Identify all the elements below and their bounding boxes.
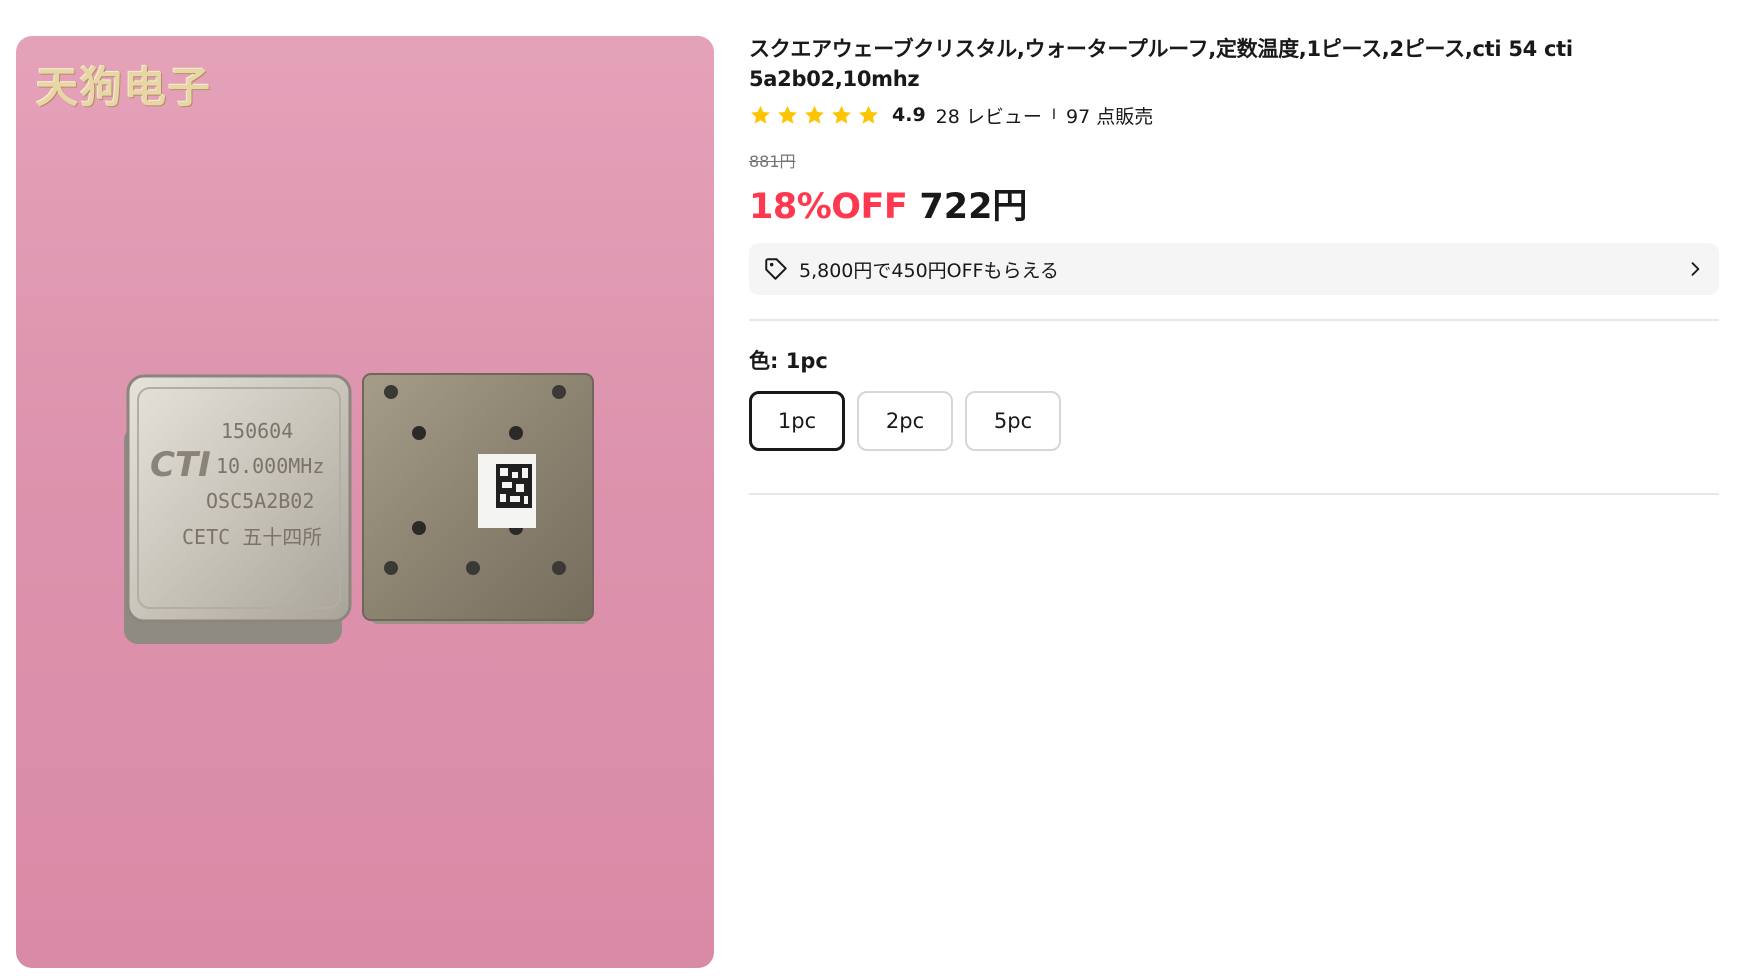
option-label-name: 色: — [749, 349, 779, 373]
chip-logo: CTI — [150, 445, 211, 485]
chip-text-line-4: CETC 五十四所 — [182, 525, 322, 549]
option-selected-value: 1pc — [785, 349, 828, 373]
tag-icon — [765, 258, 787, 280]
star-icon — [859, 105, 878, 124]
option-selector: 1pc 2pc 5pc — [749, 391, 1719, 451]
sold-count: 97 点販売 — [1066, 105, 1154, 128]
star-icon — [805, 105, 824, 124]
chip-text-line-1: 150604 — [221, 419, 293, 443]
star-rating — [749, 104, 880, 127]
divider — [749, 319, 1719, 321]
image-watermark: 天狗电子 — [36, 63, 213, 112]
product-title: スクエアウェーブクリスタル,ウォータープルーフ,定数温度,1ピース,2ピース,c… — [749, 37, 1573, 91]
star-icon — [832, 105, 851, 124]
chevron-right-icon — [1691, 262, 1700, 276]
coupon-text: 5,800円で450円OFFもらえる — [799, 259, 1059, 282]
original-price: 881円 — [749, 152, 796, 171]
discount-badge: 18%OFF — [749, 187, 908, 227]
product-photo: 150604 10.000MHz OSC5A2B02 CETC 五十四所 CTI — [124, 373, 594, 644]
option-2pc[interactable]: 2pc — [857, 391, 953, 451]
price-row: 18%OFF 722円 — [749, 178, 1719, 229]
rating-row[interactable]: 4.9 28 レビュー I 97 点販売 — [749, 100, 1719, 130]
rating-separator: I — [1051, 107, 1057, 123]
current-price: 722円 — [919, 187, 1028, 227]
review-count-link[interactable]: 28 レビュー — [936, 102, 1042, 129]
rating-value: 4.9 — [892, 104, 926, 126]
divider — [749, 493, 1719, 495]
crystal-oscillator-back — [362, 373, 594, 624]
star-icon — [778, 105, 797, 124]
product-info-panel: スクエアウェーブクリスタル,ウォータープルーフ,定数温度,1ピース,2ピース,c… — [749, 34, 1719, 495]
chip-text-line-3: OSC5A2B02 — [206, 489, 314, 513]
option-group-label: 色: 1pc — [749, 345, 1719, 375]
option-5pc[interactable]: 5pc — [965, 391, 1061, 451]
coupon-banner[interactable]: 5,800円で450円OFFもらえる — [749, 243, 1719, 295]
crystal-oscillator-front: 150604 10.000MHz OSC5A2B02 CETC 五十四所 CTI — [124, 374, 352, 644]
star-icon — [751, 105, 770, 124]
chip-text-line-2: 10.000MHz — [216, 454, 324, 478]
option-1pc[interactable]: 1pc — [749, 391, 845, 451]
product-main-image[interactable]: 150604 10.000MHz OSC5A2B02 CETC 五十四所 CTI — [16, 36, 714, 968]
